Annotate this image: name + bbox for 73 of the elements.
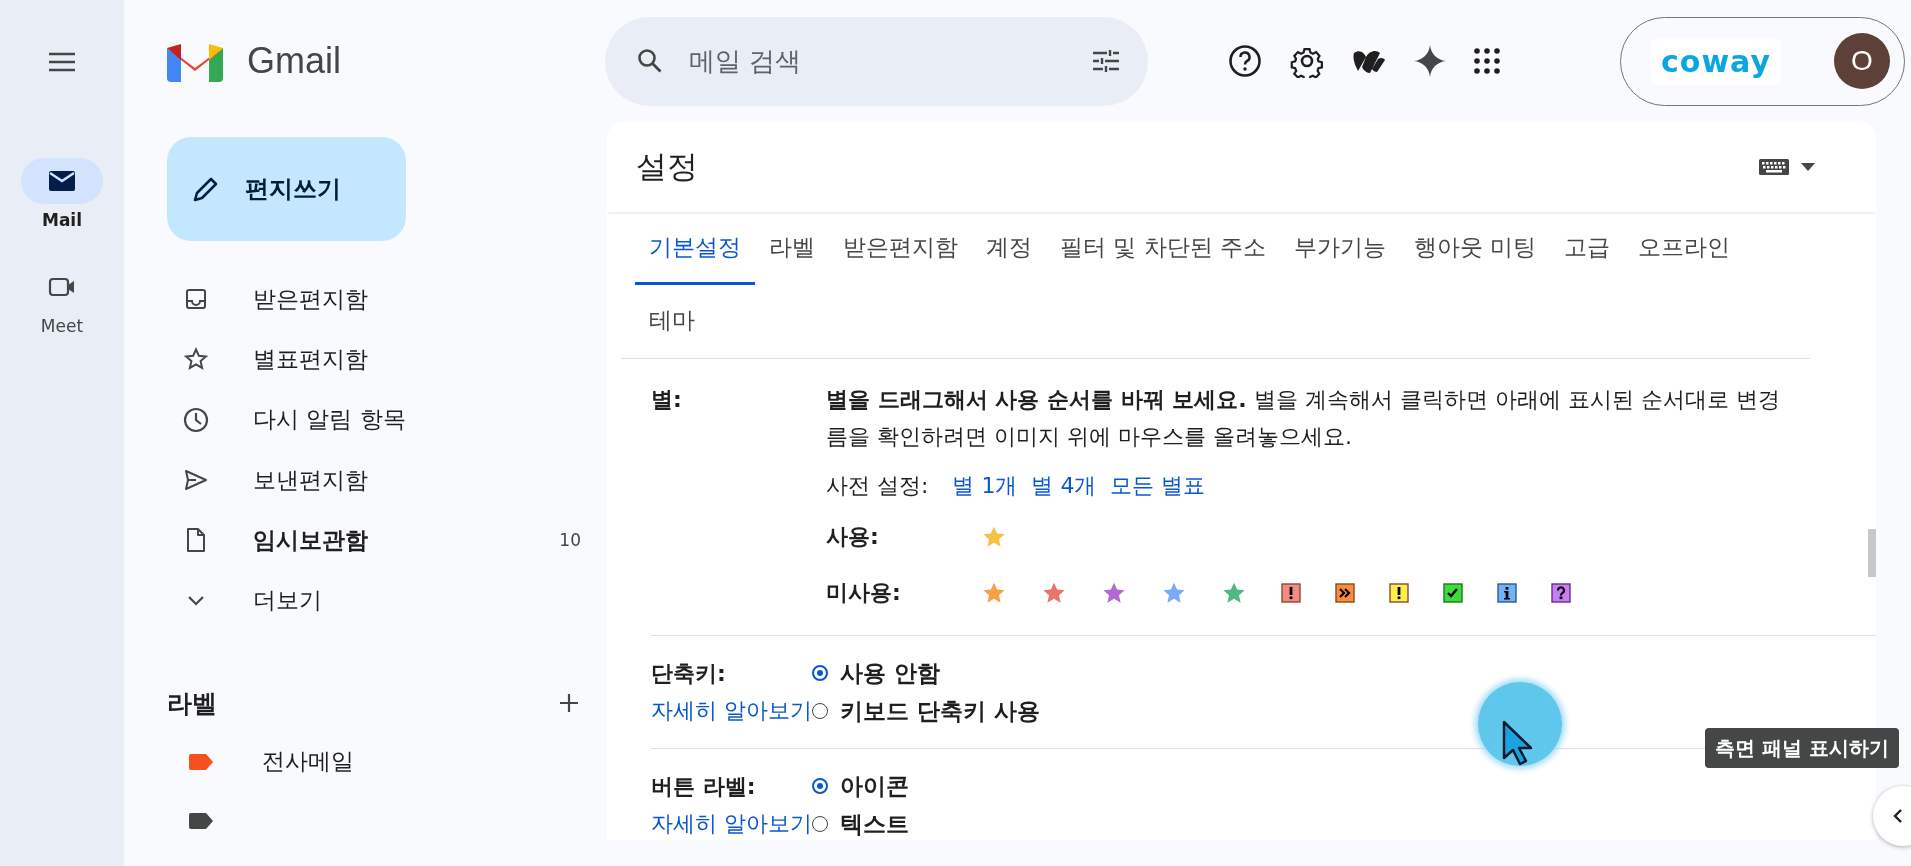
search-field[interactable]: 메일 검색 — [605, 16, 1148, 106]
avatar[interactable]: O — [1834, 33, 1890, 89]
setting-label: 별: — [651, 386, 683, 414]
settings-tab[interactable]: 계정 — [972, 212, 1046, 285]
check-icon[interactable] — [1443, 583, 1463, 603]
chevron-down-icon — [187, 594, 205, 607]
setting-label: 버튼 라벨: — [651, 772, 757, 801]
plus-icon[interactable] — [559, 693, 579, 714]
question-mark-icon[interactable] — [1551, 583, 1571, 603]
label-item[interactable]: 전사메일 — [262, 746, 354, 778]
settings-tab[interactable]: 오프라인 — [1624, 212, 1745, 285]
preset-link[interactable]: 모든 별표 — [1110, 471, 1206, 501]
rail-label: Meet — [40, 316, 84, 336]
folder-item[interactable]: 보낸편지함 — [167, 449, 581, 511]
star-icon — [184, 347, 208, 372]
filter-sliders-icon[interactable] — [1092, 49, 1120, 73]
setting-label: 단축키: — [651, 659, 727, 688]
organization-logo: coway — [1651, 37, 1781, 85]
learn-more-link[interactable]: 자세히 알아보기 — [651, 809, 812, 839]
page-title: 설정 — [636, 147, 698, 186]
radio-button[interactable] — [812, 665, 828, 681]
apps-grid-icon[interactable] — [1474, 48, 1500, 74]
info-icon[interactable] — [1497, 583, 1517, 603]
app-name: Gmail — [247, 40, 341, 82]
settings-tab[interactable]: 행아웃 미팅 — [1399, 212, 1551, 285]
caret-down-icon[interactable] — [1801, 163, 1815, 171]
document-icon — [186, 527, 206, 554]
radio-button[interactable] — [812, 778, 828, 794]
exclamation-mark-icon[interactable] — [1281, 583, 1301, 603]
folder-item[interactable]: 더보기 — [167, 570, 581, 631]
inbox-icon — [184, 287, 208, 312]
folder-item[interactable]: 별표편지함 — [167, 329, 581, 390]
folder-item[interactable]: 다시 알림 항목 — [167, 389, 581, 450]
option-label[interactable]: 사용 안함 — [840, 657, 940, 689]
presets-label: 사전 설정: — [826, 472, 929, 500]
keyboard-icon[interactable] — [1759, 159, 1789, 175]
preset-link[interactable]: 별 1개 — [952, 471, 1018, 501]
compose-button[interactable]: 편지쓰기 — [167, 137, 406, 241]
clock-icon — [183, 406, 209, 433]
option-label[interactable]: 키보드 단축키 사용 — [840, 695, 1040, 727]
sparkle-icon[interactable] — [1414, 45, 1446, 77]
double-chevron-icon[interactable] — [1335, 583, 1355, 603]
in-use-label: 사용: — [826, 523, 880, 551]
option-label[interactable]: 아이콘 — [840, 770, 909, 802]
preset-link[interactable]: 별 4개 — [1031, 471, 1097, 501]
settings-tab[interactable]: 받은편지함 — [829, 212, 972, 285]
search-input[interactable]: 메일 검색 — [687, 45, 1068, 77]
exclamation-mark-icon[interactable] — [1389, 583, 1409, 603]
search-icon — [637, 48, 663, 74]
menu-icon[interactable] — [48, 52, 76, 72]
rail-label: Mail — [41, 210, 82, 230]
unread-count: 10 — [559, 530, 581, 551]
folder-item[interactable]: 받은편지함 — [167, 269, 581, 330]
help-icon[interactable] — [1228, 44, 1262, 78]
send-icon — [184, 469, 208, 492]
instruction-text: 름을 확인하려면 이미지 위에 마우스를 올려놓으세요. — [826, 423, 1353, 451]
tooltip: 측면 패널 표시하기 — [1705, 728, 1899, 768]
settings-tab[interactable]: 필터 및 차단된 주소 — [1046, 212, 1280, 285]
settings-tab[interactable]: 라벨 — [755, 212, 829, 285]
option-label[interactable]: 텍스트 — [840, 808, 909, 840]
rail-button[interactable] — [21, 158, 103, 204]
video-camera-icon — [48, 276, 76, 298]
settings-tab[interactable]: 테마 — [635, 285, 709, 358]
settings-tab[interactable]: 고급 — [1550, 212, 1625, 285]
mail-icon — [48, 170, 76, 192]
instruction-text: 별을 드래그해서 사용 순서를 바꿔 보세요. 별을 계속해서 클릭하면 아래에 표시된 순서대로 변경 — [826, 386, 1781, 414]
settings-tab[interactable]: 기본설정 — [635, 212, 755, 285]
unused-label: 미사용: — [826, 579, 902, 607]
learn-more-link[interactable]: 자세히 알아보기 — [651, 696, 812, 726]
folder-item[interactable]: 임시보관함 10 — [167, 510, 581, 571]
chevron-left-icon — [1893, 808, 1903, 824]
settings-tab[interactable]: 부가기능 — [1279, 212, 1400, 285]
section-heading: 라벨 — [167, 687, 217, 720]
